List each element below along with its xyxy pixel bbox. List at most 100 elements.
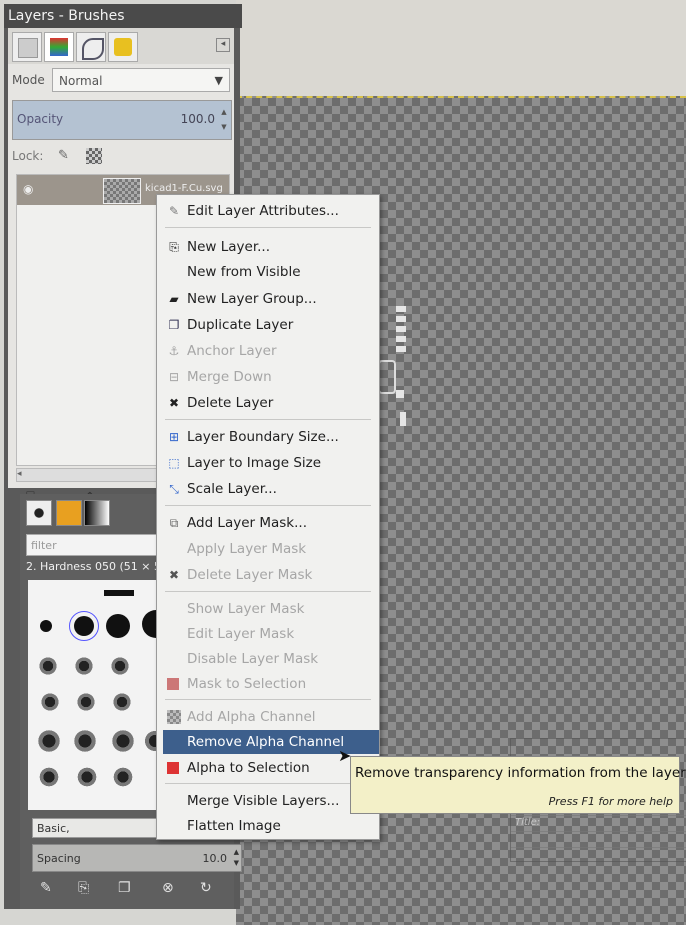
brush-swatch[interactable] xyxy=(38,690,62,714)
spacing-slider[interactable]: Spacing 10.0 ▲ ▼ xyxy=(32,844,242,872)
brush-swatch[interactable] xyxy=(110,764,136,790)
brush-swatch[interactable] xyxy=(70,726,100,756)
paths-icon xyxy=(82,38,104,60)
tab-gradients[interactable] xyxy=(84,500,110,526)
menu-item-label: Remove Alpha Channel xyxy=(187,734,345,750)
brush-swatch[interactable] xyxy=(104,590,134,596)
menu-item-flatten-image[interactable]: Flatten Image xyxy=(157,814,379,838)
menu-item-delete-layer[interactable]: ✖ Delete Layer xyxy=(157,391,379,415)
brush-tag-input[interactable]: Basic, xyxy=(32,818,172,838)
brush-swatch[interactable] xyxy=(40,620,52,632)
brush-swatch[interactable] xyxy=(36,654,60,678)
delete-brush-icon[interactable]: ⊗ xyxy=(162,880,174,896)
mode-select[interactable]: Normal ▼ xyxy=(52,68,230,92)
brush-swatch[interactable] xyxy=(74,764,100,790)
lock-label: Lock: xyxy=(12,149,44,163)
scroll-left-icon[interactable]: ◂ xyxy=(17,469,22,479)
brush-grid[interactable] xyxy=(28,580,170,810)
menu-item-delete-layer-mask[interactable]: ✖ Delete Layer Mask xyxy=(157,563,379,587)
brush-swatch[interactable] xyxy=(110,690,134,714)
opacity-slider[interactable]: Opacity 100.0 ▲ ▼ xyxy=(12,100,232,140)
tooltip: Remove transparency information from the… xyxy=(350,756,686,814)
spin-arrows-icon[interactable]: ▲ ▼ xyxy=(234,847,239,869)
menu-item-add-alpha-channel[interactable]: Add Alpha Channel xyxy=(157,705,379,729)
tab-menu-icon[interactable]: ◂ xyxy=(216,38,230,52)
menu-item-merge-visible-layers[interactable]: Merge Visible Layers... xyxy=(157,789,379,813)
brush-swatch[interactable] xyxy=(74,690,98,714)
menu-item-new-layer-group[interactable]: ▰ New Layer Group... xyxy=(157,287,379,311)
menu-item-label: Show Layer Mask xyxy=(187,601,305,617)
lock-alpha-icon[interactable] xyxy=(86,148,102,164)
menu-item-label: Anchor Layer xyxy=(187,343,277,359)
menu-item-label: Scale Layer... xyxy=(187,481,277,497)
duplicate-brush-icon[interactable]: ❐ xyxy=(118,880,131,896)
menu-item-apply-layer-mask[interactable]: Apply Layer Mask xyxy=(157,537,379,561)
lock-pixels-icon[interactable]: ✎ xyxy=(58,148,69,163)
menu-item-label: Alpha to Selection xyxy=(187,760,310,776)
delete-icon: ✖ xyxy=(168,396,180,410)
brush-swatch[interactable] xyxy=(108,654,132,678)
delete-mask-icon: ✖ xyxy=(168,568,180,582)
dock-title: Layers - Brushes xyxy=(4,4,242,28)
menu-item-duplicate-layer[interactable]: ❐ Duplicate Layer xyxy=(157,313,379,337)
eye-icon[interactable]: ◉ xyxy=(23,182,33,196)
brush-swatch[interactable] xyxy=(108,726,138,756)
chevron-down-icon: ▼ xyxy=(214,74,223,87)
brush-swatch-selected[interactable] xyxy=(69,611,99,641)
tab-channels[interactable] xyxy=(44,32,74,62)
brush-name: 2. Hardness 050 (51 × 5 xyxy=(26,560,162,573)
menu-item-label: Add Alpha Channel xyxy=(187,709,316,725)
menu-item-label: New from Visible xyxy=(187,264,301,280)
menu-item-label: Layer to Image Size xyxy=(187,455,322,471)
brush-swatch[interactable] xyxy=(106,614,130,638)
menu-item-edit-layer-attributes[interactable]: ✎ Edit Layer Attributes... xyxy=(157,199,379,223)
spacing-value: 10.0 xyxy=(202,852,228,865)
edit-brush-icon[interactable]: ✎ xyxy=(40,880,52,896)
brush-filter-input[interactable]: filter xyxy=(26,534,166,556)
channels-icon xyxy=(50,38,68,56)
opacity-label: Opacity xyxy=(17,112,64,126)
menu-item-show-layer-mask[interactable]: Show Layer Mask xyxy=(157,597,379,621)
tab-layers[interactable] xyxy=(12,32,42,62)
menu-item-disable-layer-mask[interactable]: Disable Layer Mask xyxy=(157,647,379,671)
spacing-label: Spacing xyxy=(37,852,81,865)
menu-item-anchor-layer[interactable]: ⚓ Anchor Layer xyxy=(157,339,379,363)
tab-paths[interactable] xyxy=(76,32,106,62)
spin-arrows-icon[interactable]: ▲ ▼ xyxy=(219,105,229,135)
mask-selection-icon xyxy=(167,678,179,690)
brush-swatch[interactable] xyxy=(72,654,96,678)
menu-item-layer-to-image-size[interactable]: ⬚ Layer to Image Size xyxy=(157,451,379,475)
new-brush-icon[interactable]: ⎘ xyxy=(78,880,89,896)
menu-item-new-layer[interactable]: ⎘ New Layer... xyxy=(157,235,379,259)
menu-item-layer-boundary-size[interactable]: ⊞ Layer Boundary Size... xyxy=(157,425,379,449)
refresh-icon[interactable]: ↻ xyxy=(200,880,212,896)
undo-history-icon xyxy=(114,38,132,56)
menu-item-label: Layer Boundary Size... xyxy=(187,429,339,445)
opacity-value: 100.0 xyxy=(180,112,215,126)
alpha-add-icon xyxy=(167,710,181,724)
scale-icon: ⤡ xyxy=(169,482,179,496)
menu-item-edit-layer-mask[interactable]: Edit Layer Mask xyxy=(157,622,379,646)
menu-item-add-layer-mask[interactable]: ⧉ Add Layer Mask... xyxy=(157,511,379,535)
menu-item-label: Merge Down xyxy=(187,369,272,385)
dock-tabs: ◂ xyxy=(8,28,234,64)
brush-swatch[interactable] xyxy=(34,726,64,756)
tab-undo[interactable] xyxy=(108,32,138,62)
tooltip-hint: Press F1 for more help xyxy=(548,795,673,808)
tab-patterns[interactable] xyxy=(56,500,82,526)
menu-item-new-from-visible[interactable]: New from Visible xyxy=(157,260,379,284)
mode-value: Normal xyxy=(59,74,103,88)
duplicate-icon: ❐ xyxy=(168,318,180,332)
layer-name[interactable]: kicad1-F.Cu.svg xyxy=(145,183,223,194)
mask-add-icon: ⧉ xyxy=(169,516,179,530)
menu-item-label: Mask to Selection xyxy=(187,676,307,692)
menu-separator xyxy=(165,783,371,784)
layer-thumbnail xyxy=(103,178,141,204)
menu-item-merge-down[interactable]: ⊟ Merge Down xyxy=(157,365,379,389)
menu-item-scale-layer[interactable]: ⤡ Scale Layer... xyxy=(157,477,379,501)
mode-row: Mode Normal ▼ xyxy=(8,68,234,94)
menu-separator xyxy=(165,699,371,700)
brush-swatch[interactable] xyxy=(36,764,62,790)
menu-item-mask-to-selection[interactable]: Mask to Selection xyxy=(157,672,379,696)
tab-brushes[interactable] xyxy=(26,500,52,526)
